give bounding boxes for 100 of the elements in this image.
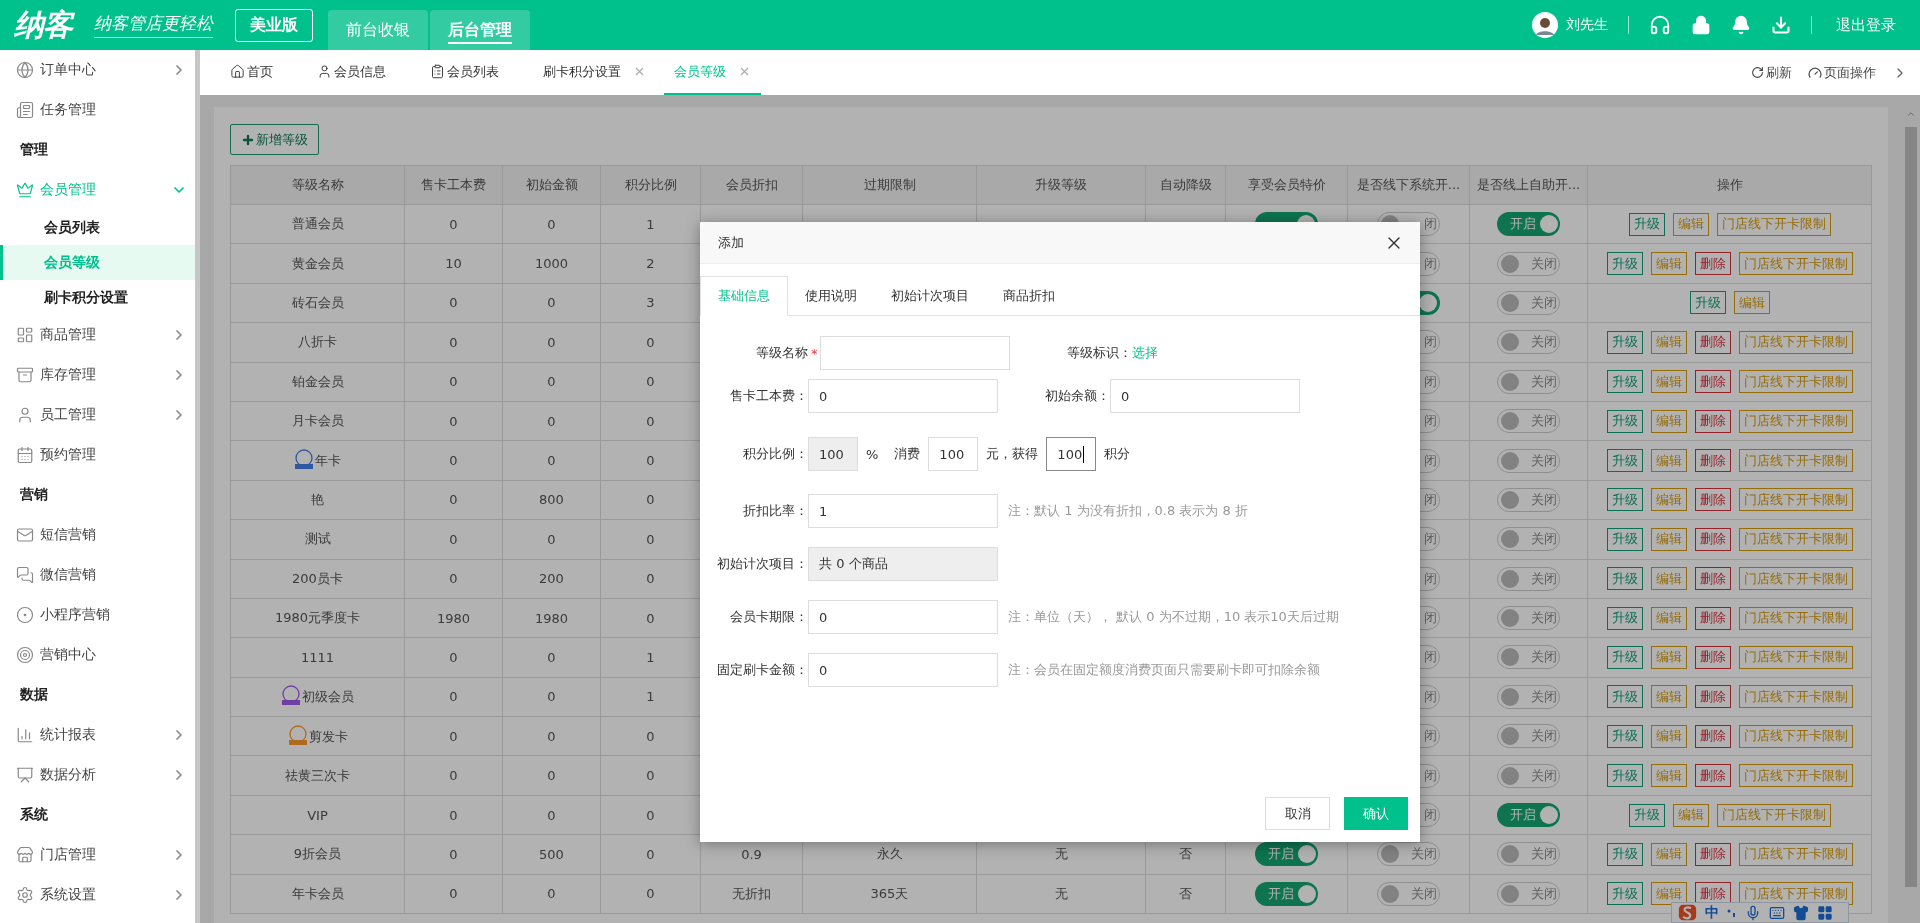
upgrade-button[interactable]: 升级 — [1689, 291, 1726, 315]
page-tab[interactable]: 会员列表 — [420, 50, 509, 95]
delete-button[interactable]: 删除 — [1694, 764, 1731, 788]
toggle-switch[interactable]: 关闭 — [1497, 409, 1560, 434]
upgrade-button[interactable]: 升级 — [1606, 646, 1643, 669]
nav-tab[interactable]: 后台管理 — [430, 10, 530, 50]
upgrade-button[interactable]: 升级 — [1606, 330, 1643, 354]
upgrade-button[interactable]: 升级 — [1606, 252, 1643, 276]
limit-button[interactable]: 门店线下开卡限制 — [1716, 212, 1831, 236]
delete-button[interactable]: 删除 — [1694, 527, 1731, 551]
delete-button[interactable]: 删除 — [1694, 685, 1731, 709]
upgrade-button[interactable]: 升级 — [1606, 685, 1643, 709]
ime-logo-icon[interactable] — [1678, 903, 1697, 922]
shirt-icon[interactable] — [1793, 904, 1809, 921]
input-field[interactable]: 0 — [808, 379, 998, 413]
limit-button[interactable]: 门店线下开卡限制 — [1738, 764, 1853, 788]
edit-button[interactable]: 编辑 — [1650, 370, 1687, 394]
toggle-switch[interactable]: 关闭 — [1497, 448, 1560, 473]
confirm-button[interactable]: 确认 — [1344, 797, 1408, 830]
refresh-link[interactable]: 刷新 — [1751, 63, 1792, 82]
upgrade-button[interactable]: 升级 — [1628, 212, 1665, 236]
sidebar-item[interactable]: 数据分析 — [0, 755, 195, 795]
sidebar-item[interactable]: 统计报表 — [0, 715, 195, 755]
delete-button[interactable]: 删除 — [1694, 646, 1731, 669]
edit-button[interactable]: 编辑 — [1733, 291, 1770, 315]
limit-button[interactable]: 门店线下开卡限制 — [1738, 567, 1853, 591]
input-field[interactable]: 100 — [1046, 437, 1097, 471]
page-tab[interactable]: 刷卡积分设置 — [533, 50, 656, 95]
logout-link[interactable]: 退出登录 — [1836, 15, 1896, 35]
edit-button[interactable]: 编辑 — [1650, 724, 1687, 748]
delete-button[interactable]: 删除 — [1694, 724, 1731, 748]
edit-button[interactable]: 编辑 — [1650, 842, 1687, 866]
input-field[interactable]: 1 — [808, 494, 998, 528]
sidebar-subitem[interactable]: 会员等级 — [0, 245, 195, 280]
toggle-switch[interactable]: 关闭 — [1497, 369, 1560, 394]
upgrade-button[interactable]: 升级 — [1606, 370, 1643, 394]
sidebar-item[interactable]: 小程序营销 — [0, 595, 195, 635]
delete-button[interactable]: 删除 — [1694, 252, 1731, 276]
scroll-up-icon[interactable] — [1905, 109, 1916, 119]
toggle-switch[interactable]: 开启 — [1255, 881, 1318, 906]
sidebar-item[interactable]: 任务管理 — [0, 90, 195, 130]
upgrade-button[interactable]: 升级 — [1606, 449, 1643, 473]
sidebar-item[interactable]: 营销中心 — [0, 635, 195, 675]
edition-button[interactable]: 美业版 — [235, 8, 313, 42]
edit-button[interactable]: 编辑 — [1650, 488, 1687, 512]
toggle-switch[interactable]: 关闭 — [1497, 290, 1560, 315]
edit-button[interactable]: 编辑 — [1672, 803, 1709, 827]
sidebar-item[interactable]: 商品管理 — [0, 315, 195, 355]
headset-icon[interactable] — [1649, 14, 1671, 36]
nav-tab[interactable]: 前台收银 — [328, 10, 428, 50]
dialog-tab[interactable]: 使用说明 — [788, 276, 874, 315]
toggle-switch[interactable]: 关闭 — [1497, 724, 1560, 749]
delete-button[interactable]: 删除 — [1694, 488, 1731, 512]
limit-button[interactable]: 门店线下开卡限制 — [1716, 803, 1831, 827]
input-field[interactable]: 0 — [808, 653, 998, 687]
download-icon[interactable] — [1771, 15, 1791, 35]
toggle-switch[interactable]: 关闭 — [1497, 881, 1560, 906]
toggle-switch[interactable]: 开启 — [1497, 803, 1560, 828]
delete-button[interactable]: 删除 — [1694, 409, 1731, 433]
delete-button[interactable]: 删除 — [1694, 330, 1731, 354]
toggle-switch[interactable]: 关闭 — [1497, 566, 1560, 591]
grid-icon[interactable] — [1817, 904, 1833, 921]
sidebar-item[interactable]: 库存管理 — [0, 355, 195, 395]
toggle-switch[interactable]: 关闭 — [1497, 606, 1560, 631]
add-level-button[interactable]: 新增等级 — [230, 124, 319, 155]
edit-button[interactable]: 编辑 — [1650, 449, 1687, 473]
toggle-switch[interactable]: 关闭 — [1377, 842, 1440, 867]
upgrade-button[interactable]: 升级 — [1628, 803, 1665, 827]
input-mode[interactable]: 中 — [1705, 903, 1719, 922]
toggle-switch[interactable]: 关闭 — [1497, 645, 1560, 670]
toggle-switch[interactable]: 开启 — [1255, 842, 1318, 867]
toggle-switch[interactable]: 关闭 — [1497, 330, 1560, 355]
edit-button[interactable]: 编辑 — [1650, 409, 1687, 433]
delete-button[interactable]: 删除 — [1694, 842, 1731, 866]
select-link[interactable]: 选择 — [1131, 344, 1158, 362]
sidebar-item[interactable]: 预约管理 — [0, 435, 195, 475]
lock-icon[interactable] — [1691, 15, 1711, 35]
keyboard-icon[interactable] — [1769, 904, 1785, 921]
upgrade-button[interactable]: 升级 — [1606, 409, 1643, 433]
sidebar-item[interactable]: 门店管理 — [0, 835, 195, 875]
sidebar-item[interactable]: 系统设置 — [0, 875, 195, 915]
sidebar-item[interactable]: 会员管理 — [0, 170, 195, 210]
limit-button[interactable]: 门店线下开卡限制 — [1738, 724, 1853, 748]
toggle-switch[interactable]: 关闭 — [1497, 842, 1560, 867]
delete-button[interactable]: 删除 — [1694, 449, 1731, 473]
edit-button[interactable]: 编辑 — [1650, 882, 1687, 906]
dialog-tab[interactable]: 基础信息 — [700, 276, 788, 316]
delete-button[interactable]: 删除 — [1694, 370, 1731, 394]
upgrade-button[interactable]: 升级 — [1606, 606, 1643, 630]
bell-icon[interactable] — [1731, 15, 1751, 35]
limit-button[interactable]: 门店线下开卡限制 — [1738, 685, 1853, 709]
sidebar-subitem[interactable]: 会员列表 — [0, 210, 195, 245]
edit-button[interactable]: 编辑 — [1650, 606, 1687, 630]
toggle-switch[interactable]: 开启 — [1497, 212, 1560, 237]
edit-button[interactable]: 编辑 — [1650, 252, 1687, 276]
limit-button[interactable]: 门店线下开卡限制 — [1738, 449, 1853, 473]
cancel-button[interactable]: 取消 — [1265, 797, 1330, 830]
limit-button[interactable]: 门店线下开卡限制 — [1738, 370, 1853, 394]
delete-button[interactable]: 删除 — [1694, 606, 1731, 630]
edit-button[interactable]: 编辑 — [1672, 212, 1709, 236]
